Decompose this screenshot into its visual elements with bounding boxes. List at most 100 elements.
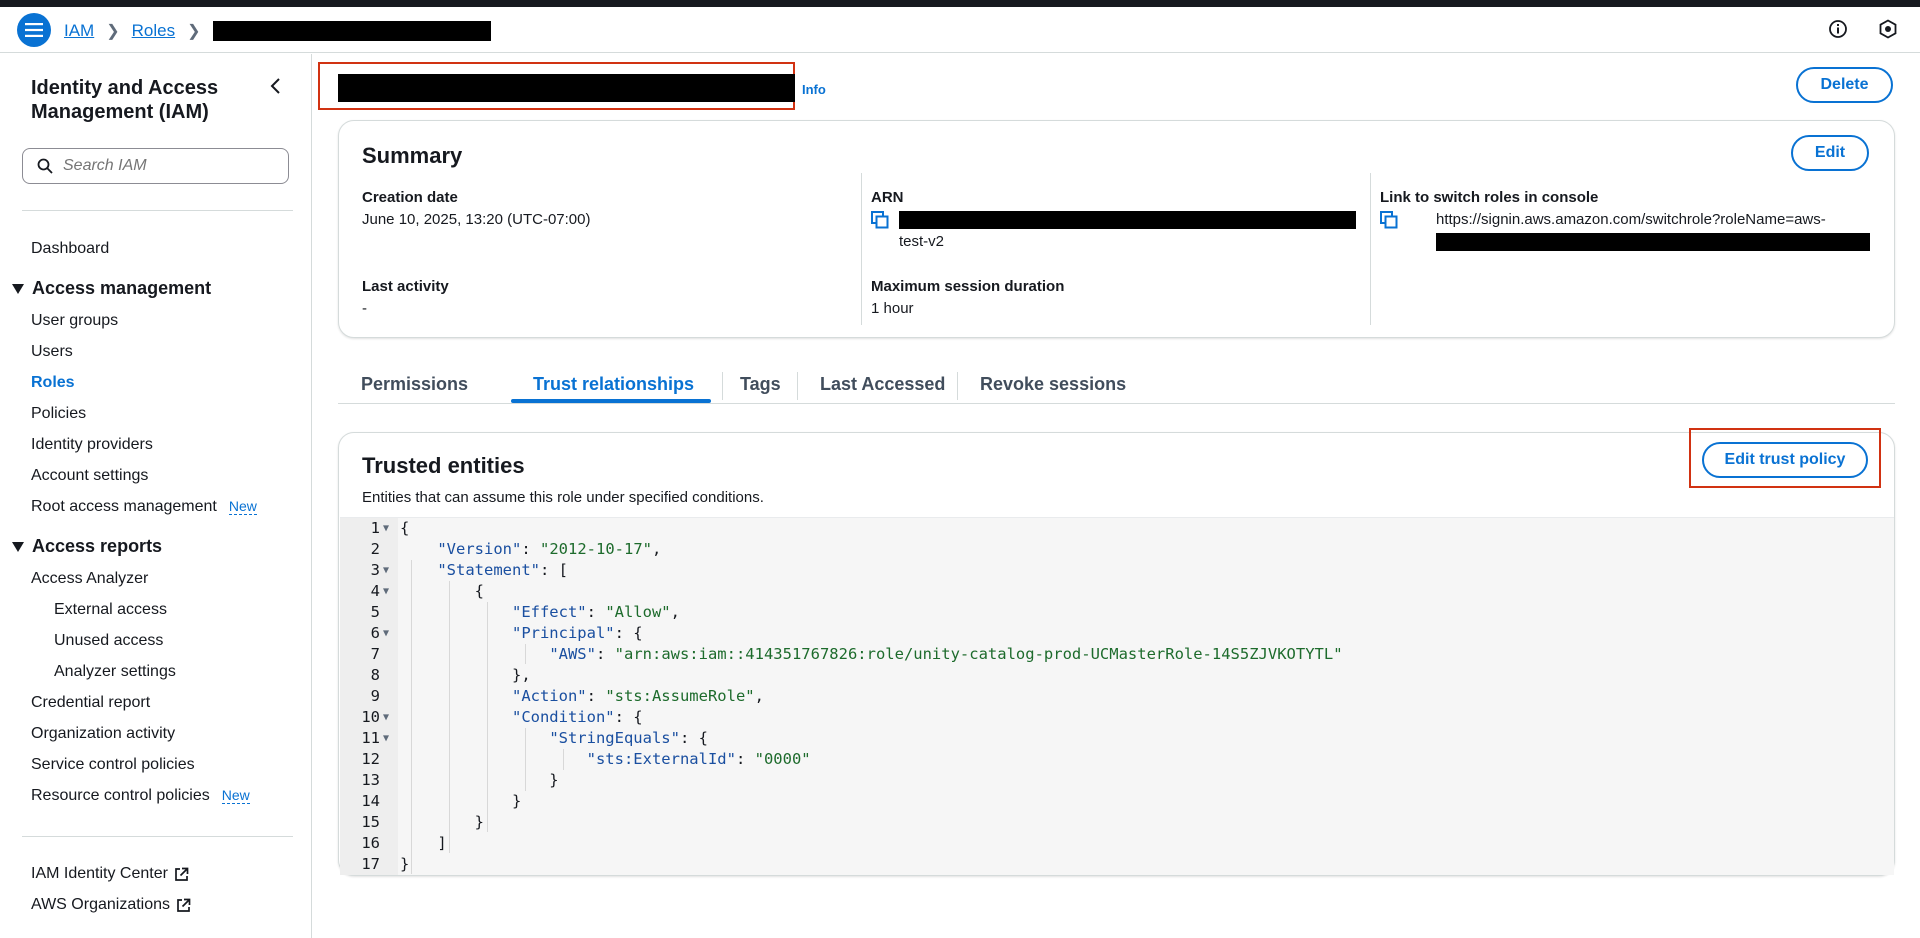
sidebar-link-iam-identity-center[interactable]: IAM Identity Center <box>31 865 189 883</box>
summary-card: Summary Edit Creation date June 10, 2025… <box>338 120 1895 338</box>
sidebar-item-roles[interactable]: Roles <box>31 374 75 392</box>
breadcrumb: IAM ❯ Roles ❯ <box>64 21 491 41</box>
section-heading: Access reports <box>32 536 163 556</box>
trusted-entities-title: Trusted entities <box>362 453 525 478</box>
last-activity-value: - <box>362 300 367 317</box>
info-icon[interactable] <box>1828 19 1848 44</box>
search-iam[interactable] <box>22 148 289 184</box>
copy-link-icon[interactable] <box>1380 211 1398 229</box>
sidebar-item-label: Resource control policies <box>31 787 210 804</box>
collapse-sidebar-button[interactable] <box>266 76 286 101</box>
sidebar-item-unused-access[interactable]: Unused access <box>54 632 163 650</box>
sidebar-item-access-analyzer[interactable]: Access Analyzer <box>31 570 148 588</box>
tab-revoke-sessions[interactable]: Revoke sessions <box>980 374 1126 395</box>
code-line: 4 ▼ { <box>370 581 484 602</box>
switch-role-link-redacted <box>1436 233 1870 251</box>
section-heading: Access management <box>32 278 212 298</box>
sidebar-item-user-groups[interactable]: User groups <box>31 312 118 330</box>
external-link-icon <box>175 867 189 881</box>
sidebar-divider <box>22 210 293 211</box>
settings-hexagon-icon[interactable] <box>1878 19 1898 44</box>
code-line: 14 } <box>361 792 522 810</box>
arn-suffix: test-v2 <box>899 233 945 250</box>
sidebar-item-analyzer-settings[interactable]: Analyzer settings <box>54 663 176 681</box>
code-line: 16 ] <box>361 834 447 852</box>
sidebar-item-credential-report[interactable]: Credential report <box>31 694 150 712</box>
code-line: 17} <box>361 855 410 873</box>
fold-arrow-icon[interactable]: ▼ <box>383 707 389 728</box>
code-line: 12 "sts:ExternalId": "0000" <box>361 750 811 768</box>
last-activity-label: Last activity <box>362 278 449 295</box>
sidebar-item-organization-activity[interactable]: Organization activity <box>31 725 175 743</box>
delete-button[interactable]: Delete <box>1796 67 1893 103</box>
creation-date-label: Creation date <box>362 189 458 206</box>
tab-bar: Permissions Trust relationships Tags Las… <box>338 364 1895 404</box>
trust-policy-editor[interactable]: 1 ▼{ 2 "Version": "2012-10-17", 3 ▼ "State… <box>340 517 1894 875</box>
code-line: 13 } <box>361 771 559 789</box>
code-line: 6 ▼ "Principal": { <box>370 623 643 644</box>
chevron-left-icon <box>270 78 280 94</box>
active-tab-indicator <box>511 399 711 403</box>
new-badge: New <box>221 787 250 804</box>
sidebar-link-aws-organizations[interactable]: AWS Organizations <box>31 896 191 914</box>
code-line: 11 ▼ "StringEquals": { <box>361 728 708 749</box>
sidebar-item-root-access-management[interactable]: Root access management New <box>31 498 257 516</box>
fold-arrow-icon[interactable]: ▼ <box>383 623 389 644</box>
fold-arrow-icon[interactable]: ▼ <box>383 581 389 602</box>
section-access-management[interactable]: Access management <box>12 278 211 299</box>
arn-label: ARN <box>871 189 904 206</box>
sidebar-item-dashboard[interactable]: Dashboard <box>31 240 109 258</box>
fold-arrow-icon[interactable]: ▼ <box>383 728 389 749</box>
breadcrumb-roles[interactable]: Roles <box>132 21 175 41</box>
tab-trust-relationships[interactable]: Trust relationships <box>533 374 694 395</box>
tab-last-accessed[interactable]: Last Accessed <box>820 374 945 395</box>
info-link[interactable]: Info <box>802 82 826 97</box>
tab-permissions[interactable]: Permissions <box>361 374 468 395</box>
tab-tags[interactable]: Tags <box>740 374 781 395</box>
chevron-right-icon: ❯ <box>106 23 120 40</box>
sidebar-title: Identity and Access Management (IAM) <box>31 77 219 123</box>
code-line: 9 "Action": "sts:AssumeRole", <box>370 687 764 705</box>
sidebar-item-label: Root access management <box>31 498 217 515</box>
fold-arrow-icon[interactable]: ▼ <box>383 560 389 581</box>
summary-title: Summary <box>362 143 463 168</box>
search-icon <box>37 158 53 174</box>
code-line: 15 } <box>361 813 484 831</box>
code-line: 8 }, <box>370 666 531 684</box>
copy-arn-icon[interactable] <box>871 211 889 229</box>
switch-role-label: Link to switch roles in console <box>1380 189 1599 206</box>
tab-separator <box>797 372 798 400</box>
top-icons <box>1828 19 1898 44</box>
sidebar-item-users[interactable]: Users <box>31 343 73 361</box>
code-line: 2 "Version": "2012-10-17", <box>370 540 662 558</box>
code-line: 1 ▼{ <box>370 518 410 539</box>
sidebar-item-external-access[interactable]: External access <box>54 601 167 619</box>
top-bar: IAM ❯ Roles ❯ <box>0 7 1920 53</box>
trusted-entities-description: Entities that can assume this role under… <box>362 489 764 506</box>
chevron-right-icon: ❯ <box>187 23 201 40</box>
sidebar-item-identity-providers[interactable]: Identity providers <box>31 436 153 454</box>
sidebar-item-label: AWS Organizations <box>31 896 171 913</box>
edit-trust-policy-button[interactable]: Edit trust policy <box>1702 442 1868 478</box>
caret-down-icon <box>12 541 24 552</box>
code-line: 5 "Effect": "Allow", <box>370 603 680 621</box>
sidebar-item-service-control-policies[interactable]: Service control policies <box>31 756 195 774</box>
main-content: Info Delete Summary Edit Creation date J… <box>313 54 1920 938</box>
switch-role-link[interactable]: https://signin.aws.amazon.com/switchrole… <box>1436 211 1826 228</box>
new-badge: New <box>228 498 257 515</box>
sidebar-item-resource-control-policies[interactable]: Resource control policies New <box>31 787 250 805</box>
arn-redacted <box>899 211 1356 229</box>
fold-arrow-icon[interactable]: ▼ <box>383 518 389 539</box>
section-access-reports[interactable]: Access reports <box>12 536 162 557</box>
tab-separator <box>722 372 723 400</box>
trusted-entities-card: Trusted entities Entities that can assum… <box>338 428 1895 876</box>
sidebar-item-account-settings[interactable]: Account settings <box>31 467 148 485</box>
max-session-value: 1 hour <box>871 300 914 317</box>
breadcrumb-iam[interactable]: IAM <box>64 21 94 41</box>
sidebar-item-policies[interactable]: Policies <box>31 405 86 423</box>
caret-down-icon <box>12 283 24 294</box>
edit-summary-button[interactable]: Edit <box>1791 135 1869 171</box>
sidebar-item-label: IAM Identity Center <box>31 865 168 882</box>
menu-button[interactable] <box>17 13 51 47</box>
search-input[interactable] <box>63 157 273 175</box>
